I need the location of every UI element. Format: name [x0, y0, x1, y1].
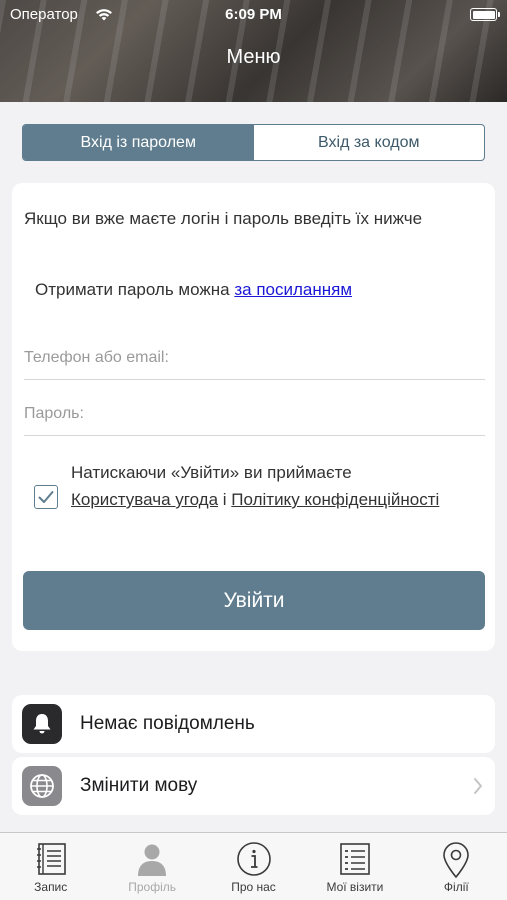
- login-button[interactable]: Увійти: [23, 571, 485, 630]
- tab-my-visits[interactable]: Мої візити: [304, 833, 405, 900]
- password-hint-text: Отримати пароль можна: [35, 280, 230, 299]
- location-pin-icon: [441, 841, 471, 884]
- notifications-row[interactable]: Немає повідомлень: [12, 695, 495, 753]
- chevron-right-icon: [473, 777, 483, 800]
- notifications-label: Немає повідомлень: [80, 713, 255, 734]
- tab-branches[interactable]: Філії: [406, 833, 507, 900]
- agreement-text: Натискаючи «Увійти» ви приймаєте Користу…: [71, 459, 471, 513]
- password-hint: Отримати пароль можна за посиланням: [35, 280, 352, 300]
- tab-label: Про нас: [231, 880, 276, 894]
- privacy-policy-link[interactable]: Політику конфіденційності: [231, 490, 439, 509]
- tab-profile[interactable]: Профіль: [101, 833, 202, 900]
- agreement-and: і: [222, 490, 227, 509]
- tab-label: Запис: [34, 880, 68, 894]
- agreement-prefix: Натискаючи «Увійти» ви приймаєте: [71, 463, 352, 482]
- info-icon: [236, 841, 272, 882]
- phone-email-input[interactable]: [24, 336, 485, 379]
- bell-icon: [22, 704, 62, 744]
- login-card: Якщо ви вже маєте логін і пароль введіть…: [12, 183, 495, 651]
- tab-code-login[interactable]: Вхід за кодом: [254, 125, 485, 160]
- status-bar: Оператор 6:09 PM: [0, 6, 507, 26]
- login-mode-segmented-control[interactable]: Вхід із паролем Вхід за кодом: [22, 124, 485, 161]
- agreement-block: Натискаючи «Увійти» ви приймаєте Користу…: [34, 459, 484, 541]
- status-time: 6:09 PM: [225, 6, 282, 23]
- phone-email-field[interactable]: [24, 336, 485, 380]
- password-input[interactable]: [24, 392, 485, 435]
- login-intro-text: Якщо ви вже маєте логін і пароль введіть…: [24, 209, 423, 228]
- battery-icon: [470, 8, 500, 21]
- user-agreement-link[interactable]: Користувача угода: [71, 490, 218, 509]
- tab-password-login[interactable]: Вхід із паролем: [23, 125, 254, 160]
- tab-label: Філії: [443, 880, 469, 894]
- person-icon: [134, 841, 170, 882]
- list-icon: [338, 841, 372, 882]
- tab-label: Мої візити: [326, 880, 384, 894]
- checkmark-icon: [38, 491, 54, 503]
- page-title: Меню: [226, 46, 281, 68]
- tab-bar: Запис Профіль Про нас Мої візити Філії: [0, 832, 507, 900]
- notebook-icon: [34, 841, 68, 882]
- tab-label: Профіль: [128, 880, 176, 894]
- change-language-row[interactable]: Змінити мову: [12, 757, 495, 815]
- agreement-checkbox[interactable]: [34, 485, 58, 509]
- tab-zapys[interactable]: Запис: [0, 833, 101, 900]
- globe-icon: [22, 766, 62, 806]
- tab-about[interactable]: Про нас: [203, 833, 304, 900]
- password-link[interactable]: за посиланням: [234, 280, 352, 299]
- header-banner: Оператор 6:09 PM Меню: [0, 0, 507, 102]
- change-language-label: Змінити мову: [80, 775, 198, 796]
- password-field[interactable]: [24, 392, 485, 436]
